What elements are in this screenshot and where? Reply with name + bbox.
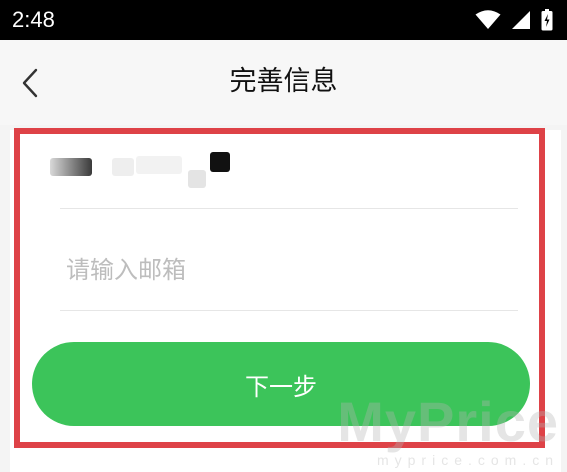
status-bar: 2:48 (0, 0, 567, 40)
cellular-signal-icon (512, 11, 530, 29)
watermark-sub: myprice.com.cn (376, 452, 559, 468)
battery-icon (541, 9, 553, 31)
page-title: 完善信息 (229, 66, 338, 97)
navigation-bar: 完善信息 (0, 40, 567, 125)
watermark-main: MyPrice (337, 390, 559, 453)
status-time: 2:48 (12, 7, 55, 32)
status-icons (475, 8, 553, 32)
watermark: MyPrice myprice.com.cn (337, 390, 559, 469)
wifi-icon (475, 10, 501, 29)
